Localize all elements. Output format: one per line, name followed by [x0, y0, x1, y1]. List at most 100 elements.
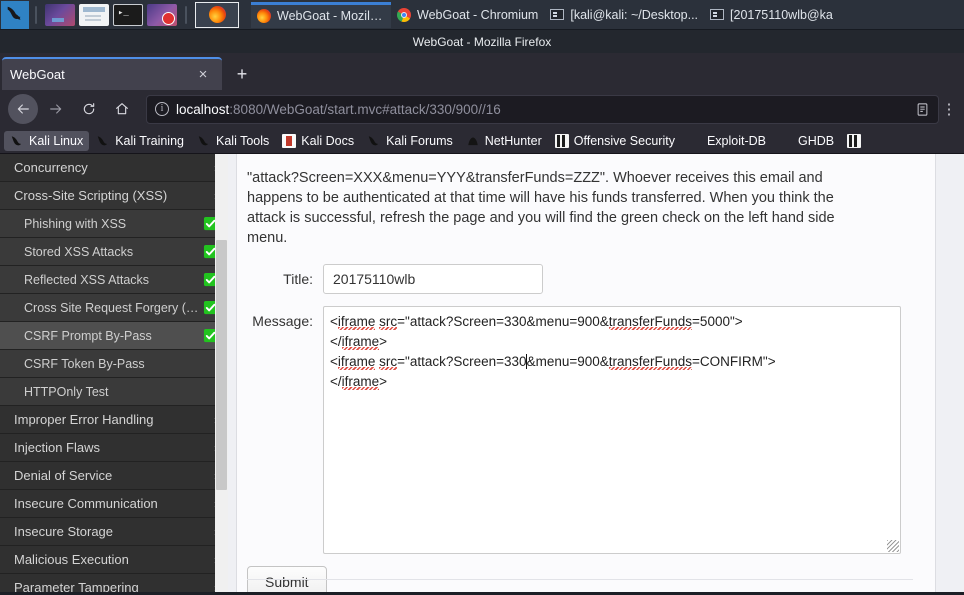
sidebar-item-phishing-with-xss[interactable]: Phishing with XSS — [0, 210, 228, 238]
sidebar-item-parameter-tampering[interactable]: Parameter Tampering › — [0, 574, 228, 592]
navigation-bar: i localhost:8080/WebGoat/start.mvc#attac… — [0, 90, 964, 128]
bookmark-offensive-security-extra[interactable] — [841, 131, 867, 151]
bookmark-kali-tools[interactable]: Kali Tools — [191, 131, 275, 151]
title-field-row: Title: — [247, 264, 913, 294]
bookmark-nethunter[interactable]: NetHunter — [460, 131, 548, 151]
taskbar-task-terminal-1[interactable]: [kali@kali: ~/Desktop... — [544, 2, 704, 28]
message-line-4: </iframe> — [330, 374, 388, 389]
taskbar-task-label: [20175110wlb@ka — [730, 7, 833, 22]
sidebar-item-label: Concurrency — [14, 160, 88, 175]
message-field-row: Message: <iframe src="attack?Screen=330&… — [247, 306, 913, 554]
browser-chrome: WebGoat × + i localhost:8080/WebGoat/sta… — [0, 53, 964, 154]
new-tab-icon[interactable]: + — [231, 63, 253, 85]
overflow-menu-button[interactable]: ⋮ — [942, 100, 957, 118]
taskbar-task-terminal-2[interactable]: [20175110wlb@ka — [704, 2, 839, 28]
bookmark-kali-linux[interactable]: Kali Linux — [4, 130, 90, 151]
terminal-icon[interactable] — [113, 3, 143, 26]
sidebar-item-httponly-test[interactable]: HTTPOnly Test — [0, 378, 228, 406]
offensive-security-icon — [847, 133, 862, 148]
sidebar-item-insecure-storage[interactable]: Insecure Storage › — [0, 518, 228, 546]
window-switcher-icon[interactable] — [45, 3, 75, 26]
sidebar-item-insecure-communication[interactable]: Insecure Communication › — [0, 490, 228, 518]
close-icon[interactable]: × — [192, 64, 214, 86]
sidebar-item-reflected-xss-attacks[interactable]: Reflected XSS Attacks — [0, 266, 228, 294]
lesson-instructions: "attack?Screen=XXX&menu=YYY&transferFund… — [247, 170, 835, 246]
arrow-left-icon — [17, 104, 29, 114]
message-textarea-wrapper: <iframe src="attack?Screen=330&menu=900&… — [323, 306, 901, 554]
sidebar-item-injection-flaws[interactable]: Injection Flaws › — [0, 434, 228, 462]
taskbar-task-chromium[interactable]: WebGoat - Chromium — [391, 2, 544, 28]
sidebar-item-label: CSRF Token By-Pass — [24, 356, 145, 371]
reload-button[interactable] — [74, 94, 104, 124]
title-input[interactable] — [323, 264, 543, 294]
sidebar-item-label: Malicious Execution — [14, 552, 129, 567]
title-label: Title: — [283, 271, 313, 287]
bookmark-ghdb[interactable]: GHDB — [773, 131, 840, 151]
file-manager-icon[interactable] — [79, 3, 109, 26]
kali-dragon-icon — [367, 134, 381, 148]
sidebar-item-label: HTTPOnly Test — [24, 384, 109, 399]
screen-recorder-icon[interactable] — [147, 3, 177, 26]
bookmark-kali-forums[interactable]: Kali Forums — [361, 131, 459, 151]
sidebar-scrollbar-thumb[interactable] — [216, 240, 227, 490]
taskbar-task-label: WebGoat - Chromium — [417, 7, 539, 22]
kali-dragon-icon — [10, 134, 24, 148]
window-titlebar: WebGoat - Mozilla Firefox — [0, 30, 964, 53]
sidebar-item-csrf-token-by-pass[interactable]: CSRF Token By-Pass — [0, 350, 228, 378]
tab-webgoat[interactable]: WebGoat × — [2, 57, 222, 90]
back-button[interactable] — [8, 94, 38, 124]
reader-mode-icon[interactable] — [915, 101, 930, 118]
sidebar-item-label: Phishing with XSS — [24, 216, 127, 231]
taskbar-task-firefox[interactable]: WebGoat - Mozilla Fi... — [251, 1, 391, 28]
chromium-icon — [397, 7, 411, 22]
message-line-3: <iframe src="attack?Screen=330&menu=900&… — [330, 354, 776, 369]
sidebar-item-concurrency[interactable]: Concurrency › — [0, 154, 228, 182]
bookmark-kali-docs[interactable]: Kali Docs — [276, 131, 360, 151]
tab-strip: WebGoat × + — [0, 53, 964, 90]
message-textarea[interactable]: <iframe src="attack?Screen=330&menu=900&… — [323, 306, 901, 554]
sidebar-item-label: Insecure Communication — [14, 496, 158, 511]
window-title: WebGoat - Mozilla Firefox — [412, 34, 552, 49]
tab-title: WebGoat — [10, 67, 65, 82]
bookmark-label: Kali Tools — [216, 133, 270, 148]
sidebar-item-label: Improper Error Handling — [14, 412, 154, 427]
site-info-icon[interactable]: i — [155, 102, 169, 116]
nethunter-icon — [466, 134, 480, 148]
sidebar-item-malicious-execution[interactable]: Malicious Execution › — [0, 546, 228, 574]
forward-button[interactable] — [41, 94, 71, 124]
resize-handle[interactable] — [887, 540, 899, 552]
sidebar-scrollbar[interactable] — [215, 154, 228, 592]
bookmark-exploit-db[interactable]: Exploit-DB — [682, 131, 772, 151]
kali-dragon-icon — [96, 134, 110, 148]
message-label: Message: — [252, 313, 313, 329]
taskbar: WebGoat - Mozilla Fi... WebGoat - Chromi… — [0, 0, 964, 30]
bookmark-kali-training[interactable]: Kali Training — [90, 131, 190, 151]
ghdb-icon — [779, 134, 793, 148]
home-button[interactable] — [107, 94, 137, 124]
bookmark-label: Offensive Security — [573, 133, 675, 148]
bookmark-offensive-security[interactable]: Offensive Security — [549, 131, 681, 151]
sidebar-item-improper-error-handling[interactable]: Improper Error Handling › — [0, 406, 228, 434]
sidebar-item-label: Cross Site Request Forgery (CSRF) — [24, 300, 201, 315]
sidebar-item-cross-site-scripting[interactable]: Cross-Site Scripting (XSS) › — [0, 182, 228, 210]
bookmark-label: Kali Forums — [386, 133, 453, 148]
sidebar-item-csrf-prompt-by-pass[interactable]: CSRF Prompt By-Pass — [0, 322, 228, 350]
bookmark-label: Kali Docs — [301, 133, 355, 148]
firefox-launcher-icon[interactable] — [195, 1, 239, 28]
kali-docs-icon — [282, 133, 297, 148]
sidebar-item-label: Denial of Service — [14, 468, 113, 483]
bookmark-label: NetHunter — [484, 133, 542, 148]
exploit-db-icon — [688, 134, 702, 148]
kali-dragon-icon[interactable] — [1, 0, 29, 29]
sidebar-item-denial-of-service[interactable]: Denial of Service › — [0, 462, 228, 490]
sidebar-item-stored-xss-attacks[interactable]: Stored XSS Attacks — [0, 238, 228, 266]
content-divider — [247, 579, 913, 580]
home-icon — [116, 103, 128, 115]
bookmark-label: Exploit-DB — [706, 133, 766, 148]
sidebar-item-cross-site-request-forgery[interactable]: Cross Site Request Forgery (CSRF) — [0, 294, 228, 322]
address-bar[interactable]: i localhost:8080/WebGoat/start.mvc#attac… — [146, 94, 939, 124]
lesson-content: "attack?Screen=XXX&menu=YYY&transferFund… — [228, 154, 964, 592]
bookmarks-bar: Kali Linux Kali Training Kali Tools Kali… — [0, 128, 964, 154]
url-host: localhost — [176, 101, 230, 117]
taskbar-task-label: [kali@kali: ~/Desktop... — [570, 7, 699, 22]
